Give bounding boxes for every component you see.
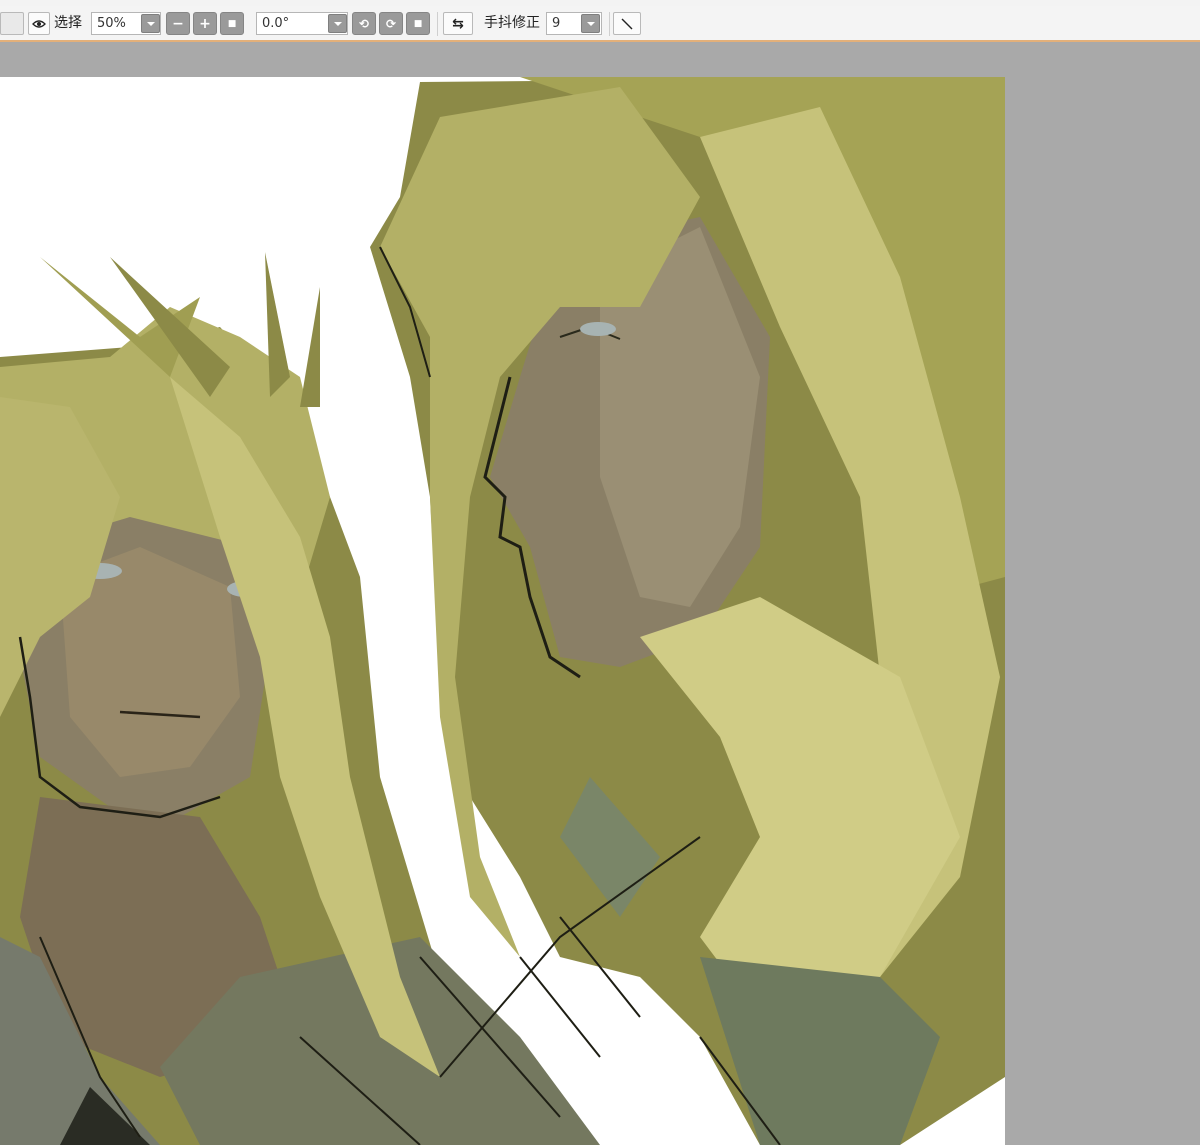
- minus-icon: −: [172, 15, 184, 32]
- line-tool-button[interactable]: [613, 12, 641, 35]
- stabilizer-label: 手抖修正: [484, 15, 540, 31]
- line-tool-icon: [621, 18, 633, 29]
- artwork-canvas[interactable]: [0, 77, 1005, 1145]
- zoom-value: 50%: [97, 16, 126, 31]
- toolbar-separator: [437, 12, 438, 36]
- zoom-out-button[interactable]: −: [166, 12, 190, 35]
- rotation-reset-button[interactable]: ■: [406, 12, 430, 35]
- toolbar: 选择 50% − + ■ 0.0° ⟲ ⟳ ■ ⇆ 手抖修正 9: [0, 6, 1200, 42]
- rotate-right-icon: ⟳: [385, 16, 397, 31]
- stabilizer-value: 9: [552, 16, 561, 31]
- select-label: 选择: [54, 15, 82, 31]
- rotate-left-button[interactable]: ⟲: [352, 12, 376, 35]
- rotation-value: 0.0°: [262, 16, 290, 31]
- zoom-in-button[interactable]: +: [193, 12, 217, 35]
- flip-horizontal-button[interactable]: ⇆: [443, 12, 473, 35]
- rotation-dropdown-arrow[interactable]: [328, 14, 347, 33]
- square-icon: ■: [413, 18, 423, 29]
- square-icon: ■: [227, 18, 237, 29]
- zoom-dropdown-arrow[interactable]: [141, 14, 160, 33]
- view-toggle-button[interactable]: [28, 12, 50, 35]
- toolbar-separator: [609, 12, 610, 36]
- eye-icon: [32, 19, 46, 28]
- flip-horizontal-icon: ⇆: [452, 15, 464, 32]
- rotate-right-button[interactable]: ⟳: [379, 12, 403, 35]
- artwork-illustration: [0, 77, 1005, 1145]
- stabilizer-dropdown-arrow[interactable]: [581, 14, 600, 33]
- layer-toggle-button[interactable]: [0, 12, 24, 35]
- plus-icon: +: [199, 15, 211, 32]
- zoom-reset-button[interactable]: ■: [220, 12, 244, 35]
- rotate-left-icon: ⟲: [358, 16, 370, 31]
